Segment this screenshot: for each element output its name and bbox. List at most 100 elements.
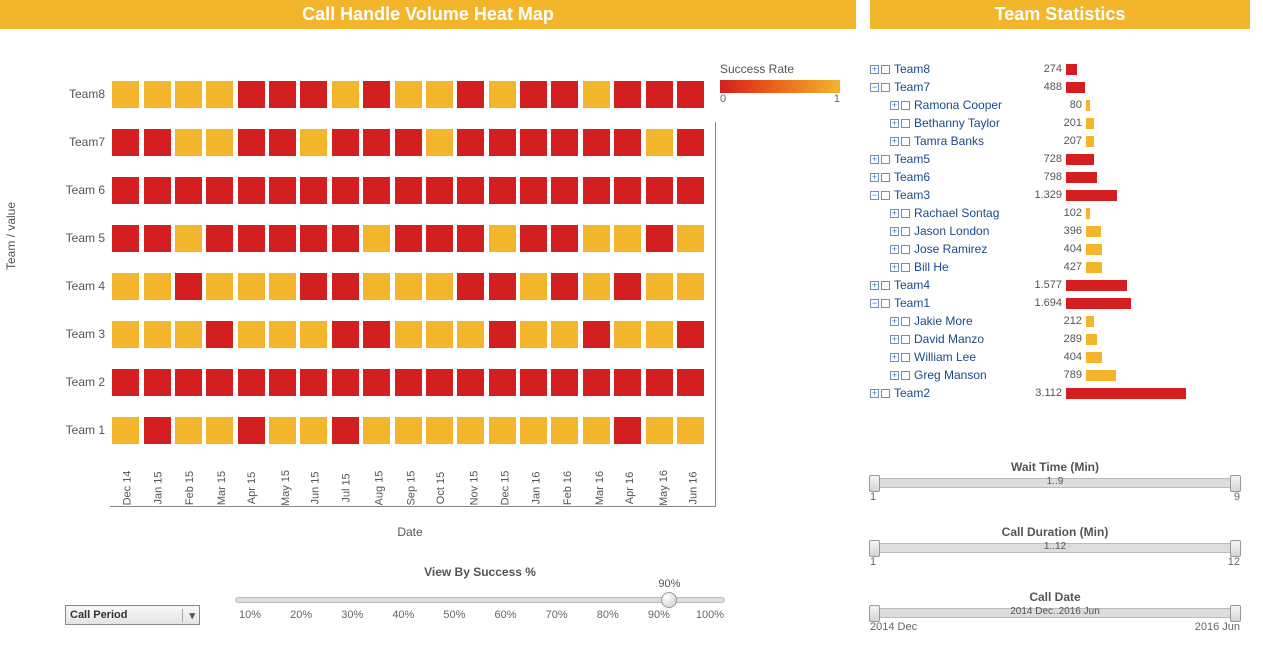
heatmap-cell[interactable] (520, 225, 547, 252)
heatmap-cell[interactable] (551, 177, 578, 204)
heatmap-cell[interactable] (457, 177, 484, 204)
heatmap-cell[interactable] (489, 81, 516, 108)
expand-icon[interactable]: + (890, 227, 899, 236)
heatmap-cell[interactable] (583, 81, 610, 108)
heatmap-cell[interactable] (677, 225, 704, 252)
expand-icon[interactable]: + (890, 119, 899, 128)
team-row[interactable]: +Team6798 (870, 168, 1250, 186)
heatmap-cell[interactable] (457, 225, 484, 252)
heatmap-cell[interactable] (269, 369, 296, 396)
heatmap-cell[interactable] (300, 177, 327, 204)
heatmap-cell[interactable] (238, 225, 265, 252)
expand-icon[interactable]: + (890, 371, 899, 380)
heatmap-cell[interactable] (520, 129, 547, 156)
heatmap-cell[interactable] (363, 321, 390, 348)
heatmap-cell[interactable] (646, 225, 673, 252)
tree-toggle[interactable]: + (890, 317, 910, 326)
slider-knob-min[interactable] (869, 540, 880, 557)
heatmap-cell[interactable] (269, 273, 296, 300)
tree-toggle[interactable]: + (890, 335, 910, 344)
heatmap-cell[interactable] (112, 225, 139, 252)
heatmap-cell[interactable] (395, 225, 422, 252)
heatmap-cell[interactable] (363, 369, 390, 396)
heatmap-cell[interactable] (677, 129, 704, 156)
tree-toggle[interactable]: + (870, 281, 890, 290)
team-row[interactable]: +Team23.112 (870, 384, 1250, 402)
heatmap-cell[interactable] (520, 273, 547, 300)
heatmap-cell[interactable] (238, 81, 265, 108)
expand-icon[interactable]: + (870, 389, 879, 398)
heatmap-cell[interactable] (677, 177, 704, 204)
expand-icon[interactable]: + (870, 155, 879, 164)
heatmap-cell[interactable] (144, 417, 171, 444)
slider-track[interactable]: 1..9 (870, 478, 1240, 488)
heatmap-cell[interactable] (677, 321, 704, 348)
heatmap-cell[interactable] (112, 321, 139, 348)
heatmap-cell[interactable] (112, 177, 139, 204)
heatmap-cell[interactable] (238, 177, 265, 204)
person-row[interactable]: +Greg Manson789 (870, 366, 1250, 384)
heatmap-cell[interactable] (112, 273, 139, 300)
heatmap-cell[interactable] (300, 81, 327, 108)
team-row[interactable]: −Team11.694 (870, 294, 1250, 312)
heatmap-cell[interactable] (395, 273, 422, 300)
tree-toggle[interactable]: + (890, 137, 910, 146)
heatmap-cell[interactable] (646, 273, 673, 300)
heatmap-cell[interactable] (332, 321, 359, 348)
heatmap-cell[interactable] (175, 81, 202, 108)
view-by-success-slider[interactable]: View By Success % 90% 10%20%30%40%50%60%… (235, 565, 725, 621)
tree-toggle[interactable]: + (890, 209, 910, 218)
expand-icon[interactable]: + (890, 209, 899, 218)
heatmap-cell[interactable] (489, 417, 516, 444)
heatmap-cell[interactable] (457, 321, 484, 348)
heatmap-cell[interactable] (677, 417, 704, 444)
heatmap-cell[interactable] (363, 129, 390, 156)
heatmap-cell[interactable] (175, 369, 202, 396)
heatmap-cell[interactable] (489, 177, 516, 204)
expand-icon[interactable]: + (890, 317, 899, 326)
heatmap-cell[interactable] (395, 321, 422, 348)
slider-knob-max[interactable] (1230, 605, 1241, 622)
heatmap-cell[interactable] (426, 177, 453, 204)
heatmap-cell[interactable] (363, 273, 390, 300)
heatmap-cell[interactable] (269, 417, 296, 444)
heatmap-cell[interactable] (300, 417, 327, 444)
heatmap-cell[interactable] (457, 129, 484, 156)
heatmap-cell[interactable] (457, 369, 484, 396)
slider-track[interactable]: 1..12 (870, 543, 1240, 553)
heatmap-cell[interactable] (332, 369, 359, 396)
heatmap-cell[interactable] (520, 81, 547, 108)
expand-icon[interactable]: + (890, 335, 899, 344)
heatmap-cell[interactable] (363, 417, 390, 444)
heatmap-cell[interactable] (551, 129, 578, 156)
heatmap-cell[interactable] (646, 417, 673, 444)
heatmap-cell[interactable] (175, 321, 202, 348)
heatmap-cell[interactable] (269, 225, 296, 252)
tree-toggle[interactable]: + (870, 389, 890, 398)
tree-toggle[interactable]: + (890, 353, 910, 362)
person-row[interactable]: +Ramona Cooper80 (870, 96, 1250, 114)
expand-icon[interactable]: + (890, 137, 899, 146)
collapse-icon[interactable]: − (870, 299, 879, 308)
heatmap-cell[interactable] (457, 417, 484, 444)
heatmap-cell[interactable] (520, 369, 547, 396)
person-row[interactable]: +Jose Ramirez404 (870, 240, 1250, 258)
heatmap-cell[interactable] (583, 129, 610, 156)
heatmap-cell[interactable] (614, 177, 641, 204)
heatmap-cell[interactable] (206, 225, 233, 252)
person-row[interactable]: +Bethanny Taylor201 (870, 114, 1250, 132)
heatmap-cell[interactable] (551, 369, 578, 396)
person-row[interactable]: +Rachael Sontag102 (870, 204, 1250, 222)
heatmap-cell[interactable] (363, 177, 390, 204)
heatmap-cell[interactable] (300, 273, 327, 300)
heatmap-cell[interactable] (614, 81, 641, 108)
tree-toggle[interactable]: + (890, 101, 910, 110)
heatmap-cell[interactable] (269, 321, 296, 348)
heatmap-cell[interactable] (677, 81, 704, 108)
heatmap-cell[interactable] (144, 369, 171, 396)
tree-toggle[interactable]: + (890, 227, 910, 236)
tree-toggle[interactable]: + (890, 263, 910, 272)
slider-knob-max[interactable] (1230, 475, 1241, 492)
heatmap-cell[interactable] (144, 273, 171, 300)
heatmap-cell[interactable] (238, 273, 265, 300)
